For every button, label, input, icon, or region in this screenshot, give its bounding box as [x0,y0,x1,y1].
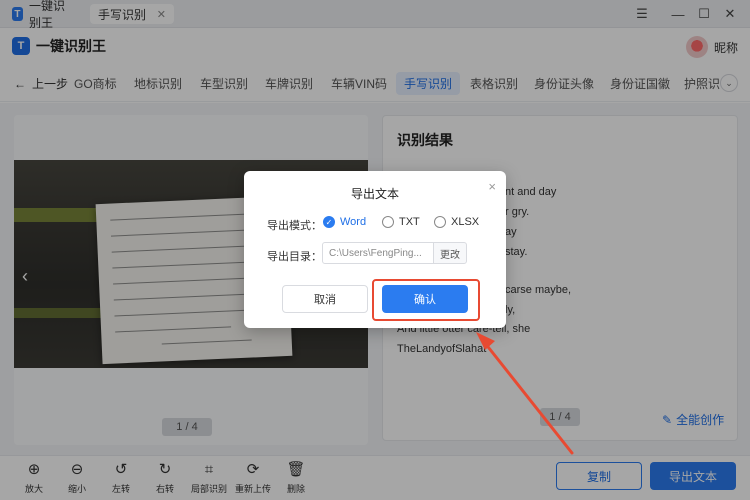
radio-word[interactable]: ✓ Word [323,216,366,228]
radio-txt[interactable]: TXT [382,216,420,228]
radio-xlsx[interactable]: XLSX [434,216,479,228]
export-dir-input[interactable]: C:\Users\FengPing... [322,242,434,264]
export-dir-label: 导出目录： [267,251,322,263]
dialog-title: 导出文本 [350,187,399,201]
close-icon[interactable]: × [488,179,496,194]
cancel-button[interactable]: 取消 [282,285,368,313]
change-dir-button[interactable]: 更改 [433,242,467,264]
highlight-box [372,279,480,321]
export-mode-label: 导出模式： [267,220,322,232]
check-icon: ✓ [323,216,335,228]
